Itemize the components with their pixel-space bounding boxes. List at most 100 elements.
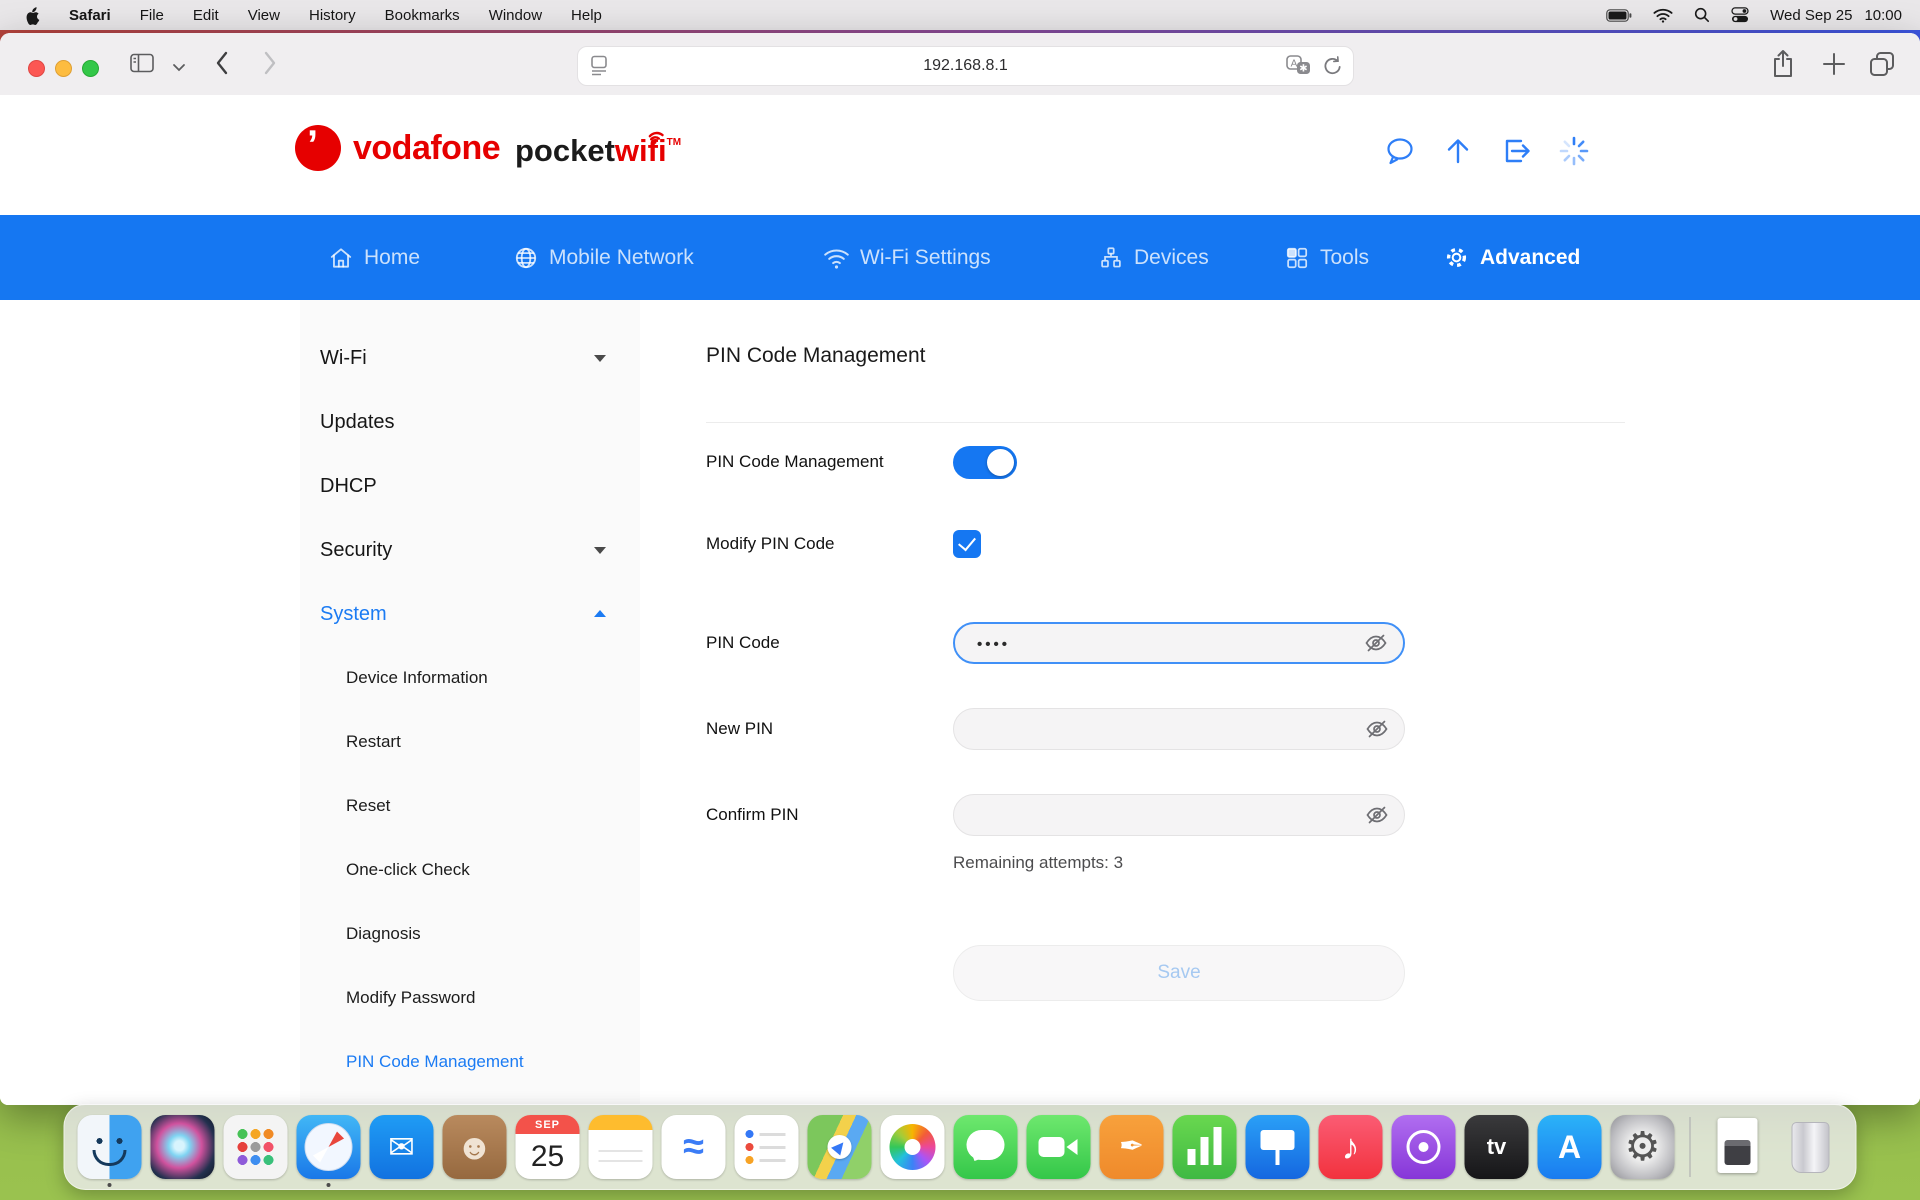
podcasts-icon	[1392, 1115, 1456, 1179]
dock-item-pages[interactable]: ✒	[1100, 1115, 1164, 1179]
dock-item-mail[interactable]: ✉	[370, 1115, 434, 1179]
dock-item-launchpad[interactable]	[224, 1115, 288, 1179]
nav-home[interactable]: Home	[328, 215, 420, 300]
address-bar[interactable]: 192.168.8.1 A✱	[577, 46, 1354, 86]
back-button[interactable]	[214, 50, 230, 81]
menu-history[interactable]: History	[309, 7, 356, 24]
confirm-pin-eye-slash-icon[interactable]	[1364, 802, 1390, 828]
dock-item-reminders[interactable]	[735, 1115, 799, 1179]
site-header: ’ vodafone pocket wifi TM	[0, 95, 1920, 215]
dock-item-contacts[interactable]: ☻	[443, 1115, 507, 1179]
dock-item-music[interactable]: ♪	[1319, 1115, 1383, 1179]
menu-view[interactable]: View	[248, 7, 280, 24]
globe-icon	[513, 245, 539, 271]
dock-item-finder[interactable]	[78, 1115, 142, 1179]
new-pin-input[interactable]	[974, 709, 1354, 751]
reload-icon[interactable]	[1322, 55, 1343, 82]
minimize-window-button[interactable]	[55, 60, 72, 77]
tab-overview-icon[interactable]	[1868, 50, 1896, 83]
wifi-icon	[823, 245, 850, 271]
sidebar-item-system[interactable]: System	[300, 582, 640, 646]
forward-button[interactable]	[262, 50, 278, 81]
dock-item-maps[interactable]	[808, 1115, 872, 1179]
nav-mobile-network[interactable]: Mobile Network	[513, 215, 694, 300]
sidebar-item-one-click-check[interactable]: One-click Check	[300, 838, 640, 902]
sidebar-item-pin-code-management[interactable]: PIN Code Management	[300, 1030, 640, 1094]
nav-advanced[interactable]: Advanced	[1443, 215, 1580, 300]
sidebar-item-wifi[interactable]: Wi-Fi	[300, 326, 640, 390]
sidebar-toggle-icon[interactable]	[130, 53, 154, 78]
dock-item-safari[interactable]	[297, 1115, 361, 1179]
sidebar-chevron-icon[interactable]	[172, 59, 186, 77]
pin-management-toggle[interactable]	[953, 446, 1017, 479]
new-tab-icon[interactable]	[1822, 52, 1846, 81]
dock-item-numbers[interactable]	[1173, 1115, 1237, 1179]
svg-text:✱: ✱	[1299, 64, 1307, 75]
finder-icon	[78, 1115, 142, 1179]
sidebar-item-diagnosis[interactable]: Diagnosis	[300, 902, 640, 966]
menu-bookmarks[interactable]: Bookmarks	[385, 7, 460, 24]
sidebar-item-reset[interactable]: Reset	[300, 774, 640, 838]
primary-nav: Home Mobile Network Wi-Fi Settings Devic…	[0, 215, 1920, 300]
share-icon[interactable]	[1770, 49, 1796, 84]
sidebar-item-updates[interactable]: Updates	[300, 390, 640, 454]
menu-window[interactable]: Window	[489, 7, 542, 24]
dock-item-facetime[interactable]	[1027, 1115, 1091, 1179]
sidebar-item-dhcp[interactable]: DHCP	[300, 454, 640, 518]
apple-menu-icon[interactable]	[24, 6, 40, 25]
sidebar-item-modify-password[interactable]: Modify Password	[300, 966, 640, 1030]
modify-pin-checkbox[interactable]	[953, 530, 981, 558]
facetime-icon	[1027, 1115, 1091, 1179]
nav-devices[interactable]: Devices	[1098, 215, 1209, 300]
reader-view-icon[interactable]	[590, 55, 608, 82]
translate-icon[interactable]: A✱	[1286, 55, 1312, 82]
save-button[interactable]: Save	[953, 945, 1405, 1001]
spotlight-icon[interactable]	[1694, 7, 1710, 23]
dock-item-siri[interactable]	[151, 1115, 215, 1179]
notes-icon	[589, 1115, 653, 1179]
dock-item-messages[interactable]	[954, 1115, 1018, 1179]
pin-code-eye-slash-icon[interactable]	[1363, 630, 1389, 656]
zoom-window-button[interactable]	[82, 60, 99, 77]
wifi-signal-arcs-icon	[647, 117, 669, 153]
dock-item-tv[interactable]: tv	[1465, 1115, 1529, 1179]
confirm-pin-label: Confirm PIN	[706, 805, 953, 825]
sms-icon[interactable]	[1384, 135, 1416, 167]
dock-item-freeform[interactable]: ≈	[662, 1115, 726, 1179]
messages-icon	[954, 1115, 1018, 1179]
running-indicator	[327, 1183, 331, 1187]
menu-app-name[interactable]: Safari	[69, 7, 111, 24]
dock-item-keynote[interactable]	[1246, 1115, 1310, 1179]
battery-icon[interactable]	[1606, 9, 1632, 22]
dock-item-photos[interactable]	[881, 1115, 945, 1179]
dock-item-notes[interactable]	[589, 1115, 653, 1179]
nav-wifi-settings[interactable]: Wi-Fi Settings	[823, 215, 991, 300]
confirm-pin-input[interactable]	[974, 795, 1354, 837]
dock-item-podcasts[interactable]	[1392, 1115, 1456, 1179]
logout-icon[interactable]	[1500, 135, 1532, 167]
sidebar-item-security[interactable]: Security	[300, 518, 640, 582]
tv-icon: tv	[1465, 1115, 1529, 1179]
dock-item-calendar[interactable]: SEP25	[516, 1115, 580, 1179]
update-arrow-icon[interactable]	[1442, 135, 1474, 167]
dock-item-app-store[interactable]: A	[1538, 1115, 1602, 1179]
menu-clock[interactable]: Wed Sep 25 10:00	[1770, 7, 1902, 24]
pin-code-input[interactable]	[975, 624, 1353, 664]
maps-icon	[808, 1115, 872, 1179]
menu-edit[interactable]: Edit	[193, 7, 219, 24]
menu-file[interactable]: File	[140, 7, 164, 24]
dock-item-downloads[interactable]	[1706, 1115, 1770, 1179]
tools-grid-icon	[1284, 245, 1310, 271]
sidebar-item-device-information[interactable]: Device Information	[300, 646, 640, 710]
dock-item-settings[interactable]: ⚙	[1611, 1115, 1675, 1179]
close-window-button[interactable]	[28, 60, 45, 77]
menu-date: Wed Sep 25	[1770, 7, 1852, 24]
control-center-icon[interactable]	[1731, 7, 1749, 23]
nav-tools[interactable]: Tools	[1284, 215, 1369, 300]
sidebar-item-restart[interactable]: Restart	[300, 710, 640, 774]
dock-item-trash[interactable]	[1779, 1115, 1843, 1179]
pin-code-field-wrap	[953, 622, 1405, 664]
menu-help[interactable]: Help	[571, 7, 602, 24]
wifi-status-icon[interactable]	[1653, 8, 1673, 23]
new-pin-eye-slash-icon[interactable]	[1364, 716, 1390, 742]
